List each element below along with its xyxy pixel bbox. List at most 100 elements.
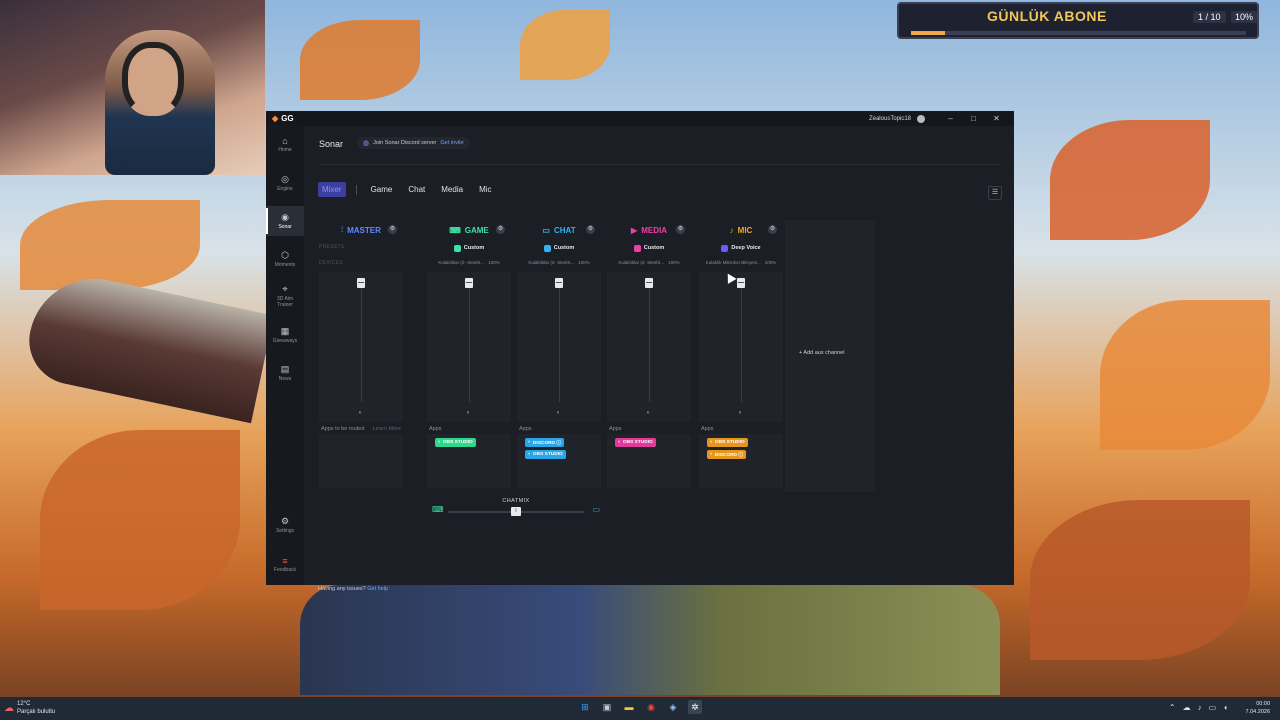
network-icon[interactable]: ▭ — [1209, 703, 1217, 712]
username[interactable]: ZealousTopic18 — [869, 116, 911, 122]
home-icon: ⌂ — [282, 136, 288, 146]
chrome-icon[interactable]: ◉ — [644, 700, 658, 714]
mixer: ⫶ MASTER ⚙ PRESETS DEVICES ◖ Apps to be … — [317, 220, 875, 492]
help-footer: Having any issues? Get help — [318, 586, 388, 592]
preset-name: Custom — [463, 245, 485, 251]
apps-panel: ◐ OBS STUDIO — [427, 434, 511, 488]
chevron-up-icon[interactable]: ⌃ — [1169, 703, 1176, 712]
gear-icon: ⚙ — [280, 516, 290, 526]
volume-track — [741, 282, 742, 402]
news-icon: ▤ — [280, 364, 290, 374]
microphone-icon[interactable]: ♪ — [1198, 703, 1202, 712]
gear-icon[interactable]: ⚙ — [676, 225, 685, 234]
sidebar-item-aim-trainer[interactable]: ⌖ 3D Aim Trainer — [266, 284, 304, 308]
sidebar-item-sonar[interactable]: ◉ Sonar — [266, 206, 304, 236]
app-badge-discord[interactable]: ◐ DISCORD ⓘ — [525, 438, 565, 447]
device-selector[interactable]: Kulaklıklar (2- SteelS... 100% — [515, 256, 603, 268]
subscriber-goal-widget: GÜNLÜK ABONE 1 / 10 10% — [897, 2, 1259, 39]
tab-media[interactable]: Media — [433, 182, 471, 197]
app-badge-discord[interactable]: ◐ DISCORD ⓘ — [707, 450, 747, 459]
device-volume: 100% — [578, 259, 590, 265]
volume-slider[interactable] — [357, 278, 365, 288]
fader-panel: ◖ — [319, 272, 403, 422]
sidebar-item-home[interactable]: ⌂ Home — [266, 136, 304, 153]
clock[interactable]: 00:00 7.04.2026 — [1246, 700, 1270, 716]
webcam-overlay — [0, 0, 265, 175]
gear-icon[interactable]: ⚙ — [388, 225, 397, 234]
weather-widget[interactable]: ☁ 12°C Parçalı bulutlu — [4, 700, 55, 716]
app-badge-obs[interactable]: ◐ OBS STUDIO — [615, 438, 656, 447]
mic-icon: ◐ — [710, 452, 713, 457]
preset-icon — [543, 244, 551, 252]
device-name: Kulaklıklar (2- SteelS... — [528, 259, 575, 265]
goal-title: GÜNLÜK ABONE — [987, 8, 1107, 24]
sidebar-item-engine[interactable]: ◎ Engine — [266, 174, 304, 192]
goal-progress-fill — [911, 31, 945, 35]
task-view-icon[interactable]: ▣ — [600, 700, 614, 714]
speaker-icon[interactable]: ◖ — [1223, 703, 1228, 712]
tab-mic[interactable]: Mic — [471, 182, 499, 197]
divider — [319, 164, 999, 165]
volume-track — [559, 282, 560, 402]
tab-game[interactable]: Game — [363, 182, 401, 197]
steam-icon[interactable]: ◈ — [666, 700, 680, 714]
app-badge-obs[interactable]: ◐ OBS STUDIO — [435, 438, 476, 447]
file-explorer-icon[interactable]: ▬ — [622, 700, 636, 714]
minimize-button[interactable]: – — [939, 114, 962, 123]
sidebar-item-news[interactable]: ▤ News — [266, 364, 304, 382]
gear-icon[interactable]: ⚙ — [496, 225, 505, 234]
volume-slider[interactable] — [645, 278, 653, 288]
gear-icon[interactable]: ⚙ — [768, 225, 777, 234]
preset-selector[interactable]: Custom — [425, 240, 513, 256]
gear-icon[interactable]: ⚙ — [586, 225, 595, 234]
gamepad-icon: ⌨ — [449, 225, 461, 235]
maximize-button[interactable]: □ — [962, 114, 985, 123]
sidebar-item-settings[interactable]: ⚙ Settings — [266, 516, 304, 534]
windows-start-icon[interactable]: ⊞ — [578, 700, 592, 714]
learn-more-link[interactable]: Learn More — [373, 426, 401, 432]
channel-name: GAME — [464, 225, 489, 235]
speaker-icon[interactable]: ◖ — [466, 410, 470, 416]
channel-chat: ▭ CHAT ⚙ Custom Kulaklıklar (2- SteelS..… — [515, 220, 603, 492]
add-aux-channel-button[interactable]: + Add aux channel — [799, 350, 844, 356]
preset-name: Custom — [553, 245, 575, 251]
tab-chat[interactable]: Chat — [400, 182, 433, 197]
apps-panel: ◐ OBS STUDIO ◐ DISCORD ⓘ — [699, 434, 783, 488]
logo-icon: ◆ — [272, 114, 279, 123]
device-selector[interactable]: Kulaklıklar (2- SteelS... 100% — [425, 256, 513, 268]
preset-selector[interactable]: Deep Voice — [697, 240, 785, 256]
chat-icon: ▭ — [592, 505, 600, 514]
get-help-link[interactable]: Get help — [367, 586, 388, 592]
cloud-icon[interactable]: ☁ — [1183, 703, 1191, 712]
sidebar-item-moments[interactable]: ⬡ Moments — [266, 250, 304, 268]
speaker-icon[interactable]: ◖ — [646, 410, 650, 416]
volume-slider[interactable] — [465, 278, 473, 288]
device-name: Kulaklıklar (2- SteelS... — [618, 259, 665, 265]
avatar[interactable] — [917, 114, 925, 123]
speaker-icon[interactable]: ◖ — [358, 410, 362, 416]
apps-label: Apps — [429, 426, 442, 432]
volume-slider[interactable] — [737, 278, 745, 288]
chatmix-slider[interactable]: I — [511, 507, 521, 516]
steelseries-gg-icon[interactable]: ✲ — [688, 700, 702, 714]
sidebar-item-label: News — [278, 376, 292, 382]
tab-mixer[interactable]: Mixer — [318, 182, 346, 197]
volume-slider[interactable] — [555, 278, 563, 288]
app-badge-obs[interactable]: ◐ OBS STUDIO — [707, 438, 748, 447]
device-selector[interactable]: Kulaklık Mikrofon Bileşeni... 100% — [697, 256, 785, 268]
preset-icon — [633, 244, 641, 252]
sidebar-item-giveaways[interactable]: ▦ Giveaways — [266, 326, 304, 344]
preset-selector[interactable]: Custom — [605, 240, 693, 256]
mic-mute-icon[interactable]: ◖ — [738, 410, 742, 416]
hamburger-menu-button[interactable]: ☰ — [988, 186, 1002, 200]
temperature: 12°C — [17, 701, 31, 707]
get-invite-link[interactable]: Get invite — [440, 140, 463, 146]
channel-mic: ♪ MIC ⚙ Deep Voice Kulaklık Mikrofon Bil… — [697, 220, 785, 492]
close-button[interactable]: ✕ — [985, 114, 1008, 123]
speaker-icon[interactable]: ◖ — [556, 410, 560, 416]
apps-label: Apps — [519, 426, 532, 432]
device-selector[interactable]: Kulaklıklar (2- SteelS... 100% — [605, 256, 693, 268]
app-badge-obs[interactable]: ◐ OBS STUDIO — [525, 450, 566, 459]
sidebar-item-feedback[interactable]: ≡ Feedback — [266, 556, 304, 573]
preset-selector[interactable]: Custom — [515, 240, 603, 256]
